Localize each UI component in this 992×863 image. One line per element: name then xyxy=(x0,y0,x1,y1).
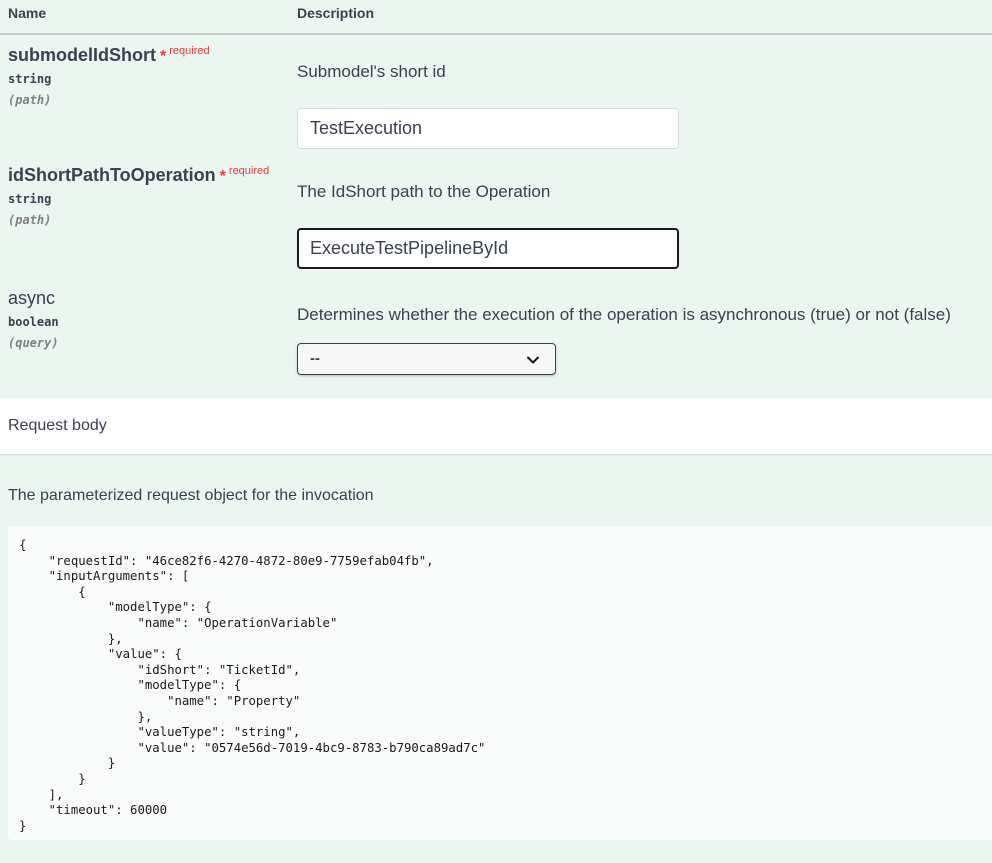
chevron-down-icon xyxy=(527,356,539,364)
parameter-type: string xyxy=(8,192,52,206)
async-select[interactable]: -- xyxy=(297,343,556,375)
description-column-header: Description xyxy=(297,5,375,21)
parameter-name: async xyxy=(8,288,55,309)
id-short-path-input[interactable] xyxy=(297,228,679,269)
parameter-name: idShortPathToOperation * required xyxy=(8,165,269,186)
required-label: required xyxy=(228,165,270,177)
parameter-description: The IdShort path to the Operation xyxy=(297,182,551,201)
parameters-table-header: Name Description xyxy=(0,0,992,35)
parameter-type: boolean xyxy=(8,315,59,329)
parameter-location: (query) xyxy=(8,336,59,350)
parameter-description: Submodel's short id xyxy=(297,62,446,81)
parameter-name-text: async xyxy=(8,288,56,308)
parameter-location: (path) xyxy=(8,213,52,227)
parameter-type: string xyxy=(8,72,52,86)
parameter-name: submodelIdShort * required xyxy=(8,45,210,66)
parameter-location: (path) xyxy=(8,93,52,107)
request-body-header: Request body xyxy=(0,398,992,454)
submodel-id-short-input[interactable] xyxy=(297,108,679,149)
async-select-value: -- xyxy=(310,350,320,367)
name-column-header: Name xyxy=(8,5,47,21)
parameter-name-text: idShortPathToOperation xyxy=(8,165,216,185)
required-label: required xyxy=(169,45,210,57)
request-body-example[interactable]: { "requestId": "46ce82f6-4270-4872-80e9-… xyxy=(8,526,992,840)
required-marker: * xyxy=(219,168,226,185)
request-body-label: Request body xyxy=(8,417,107,434)
parameter-description: Determines whether the execution of the … xyxy=(297,305,951,324)
parameter-name-text: submodelIdShort xyxy=(8,45,156,65)
required-marker: * xyxy=(160,48,167,65)
request-body-description: The parameterized request object for the… xyxy=(8,487,374,504)
